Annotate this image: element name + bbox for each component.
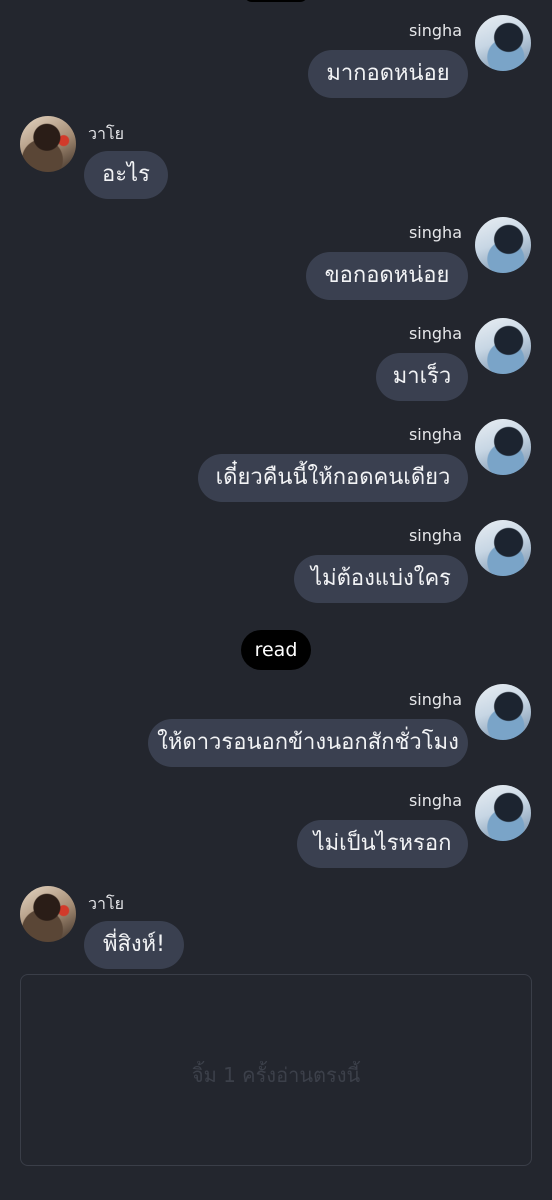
avatar-singha[interactable] — [475, 217, 531, 273]
message-bubble[interactable]: ไม่ต้องแบ่งใคร — [294, 555, 468, 603]
sender-name: singha — [408, 791, 462, 810]
message-bubble[interactable]: ขอกอดหน่อย — [306, 252, 468, 300]
message-bubble[interactable]: พี่สิงห์! — [84, 921, 184, 969]
sender-name: singha — [408, 690, 462, 709]
tap-to-read-label: จิ้ม 1 ครั้งอ่านตรงนี้ — [191, 1063, 361, 1087]
avatar-vayo[interactable] — [20, 116, 76, 172]
avatar-singha[interactable] — [475, 419, 531, 475]
chat-screen: singha มากอดหน่อย วาโย อะไร singha ขอกอด… — [0, 0, 552, 1200]
message-bubble[interactable]: ให้ดาวรอนอกข้างนอกสักชั่วโมง — [148, 719, 468, 767]
avatar-singha[interactable] — [475, 520, 531, 576]
read-indicator: read — [241, 630, 311, 670]
sender-name: singha — [408, 526, 462, 545]
avatar-singha[interactable] — [475, 684, 531, 740]
tap-to-read-box[interactable]: จิ้ม 1 ครั้งอ่านตรงนี้ — [20, 974, 532, 1166]
avatar-vayo[interactable] — [20, 886, 76, 942]
sender-name: singha — [408, 223, 462, 242]
avatar-singha[interactable] — [475, 785, 531, 841]
message-bubble[interactable]: เดี๋ยวคืนนี้ให้กอดคนเดียว — [198, 454, 468, 502]
top-indicator — [244, 0, 308, 2]
message-bubble[interactable]: ไม่เป็นไรหรอก — [297, 820, 468, 868]
message-bubble[interactable]: มากอดหน่อย — [308, 50, 468, 98]
message-bubble[interactable]: อะไร — [84, 151, 168, 199]
sender-name: singha — [408, 324, 462, 343]
sender-name: singha — [408, 425, 462, 444]
sender-name: วาโย — [88, 124, 124, 143]
sender-name: วาโย — [88, 894, 124, 913]
sender-name: singha — [408, 21, 462, 40]
avatar-singha[interactable] — [475, 15, 531, 71]
avatar-singha[interactable] — [475, 318, 531, 374]
message-bubble[interactable]: มาเร็ว — [376, 353, 468, 401]
